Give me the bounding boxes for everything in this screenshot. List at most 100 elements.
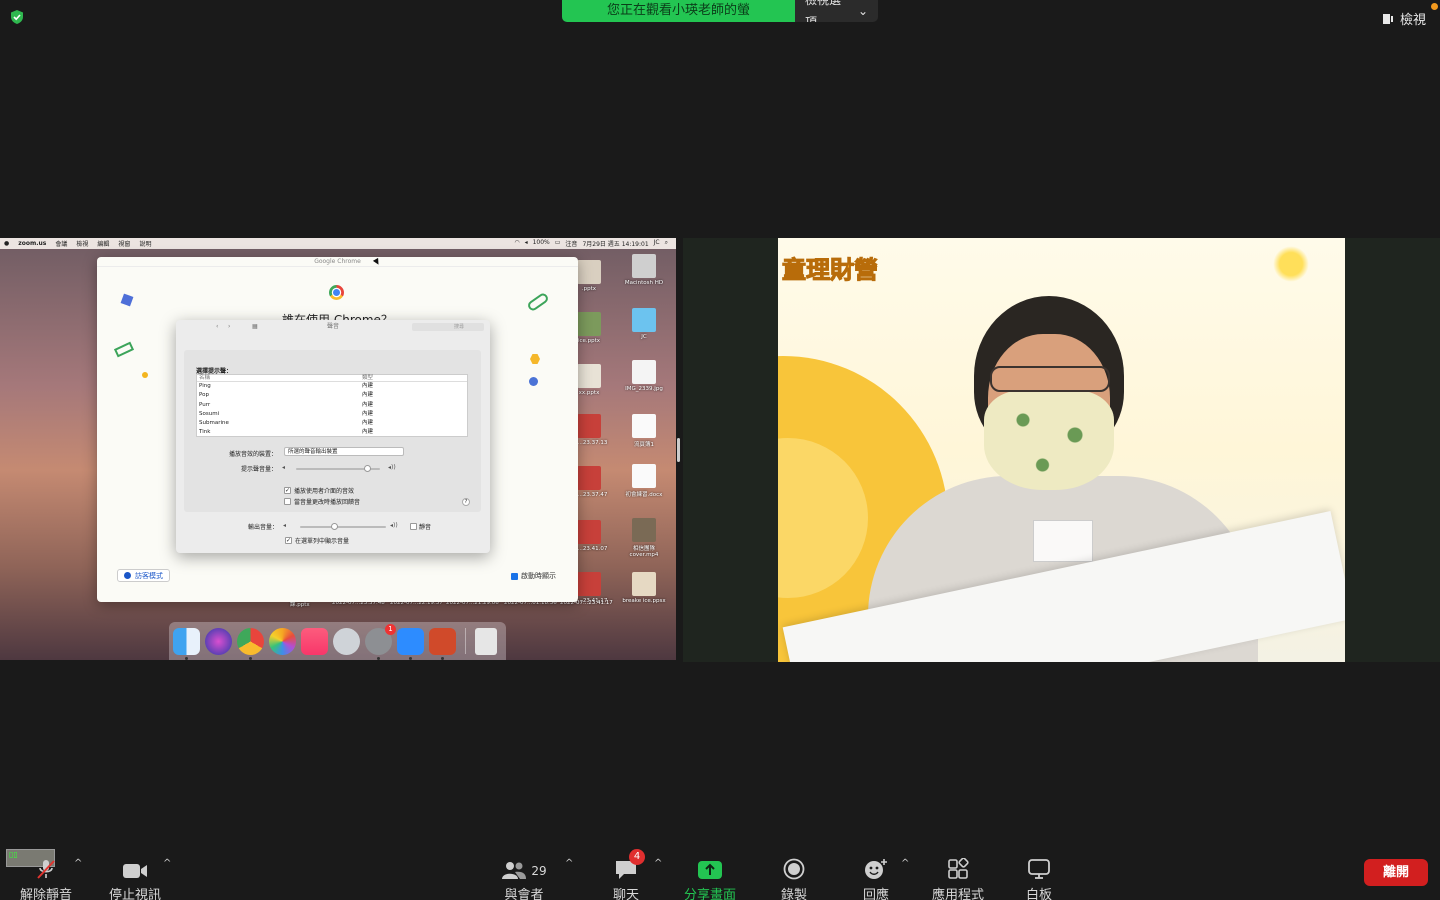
desktop-icon-image[interactable]: IMG_2339.jpg [621, 360, 667, 392]
battery-icon[interactable]: ▭ [555, 239, 561, 248]
hard-drive-icon [632, 254, 656, 278]
split-resize-handle[interactable] [677, 438, 680, 462]
unmute-button[interactable]: 解除靜音 [14, 846, 78, 900]
slider-knob[interactable] [330, 523, 338, 530]
table-row[interactable]: Pop 內建 [197, 391, 467, 400]
audio-options-chevron-icon[interactable]: ^ [74, 858, 82, 869]
alert-volume-slider[interactable] [296, 465, 380, 472]
dock-divider [465, 628, 466, 654]
zoom-icon[interactable] [397, 627, 424, 660]
photos-icon[interactable] [269, 627, 296, 655]
participants-icon [502, 862, 527, 879]
video-file-icon [632, 518, 656, 542]
nav-back-icon[interactable]: ‹ [216, 320, 218, 334]
desktop-icon-ppsx[interactable]: breake ice.ppsx [621, 572, 667, 604]
chrome-icon[interactable] [237, 627, 264, 660]
apps-label: 應用程式 [931, 888, 984, 900]
share-screen-button[interactable]: 分享畫面 [682, 846, 738, 900]
video-options-chevron-icon[interactable]: ^ [163, 858, 171, 869]
chrome-titlebar[interactable]: Google Chrome [97, 257, 578, 267]
reactions-chevron-icon[interactable]: ^ [901, 858, 909, 869]
menubar-item[interactable]: 會議 [55, 239, 67, 248]
system-preferences-icon[interactable]: 1 [365, 623, 396, 660]
participants-chevron-icon[interactable]: ^ [565, 858, 573, 869]
slider-knob[interactable] [363, 465, 371, 472]
volume-feedback-checkbox[interactable]: 當音量更改時播放回饋音 [284, 497, 360, 506]
table-row[interactable]: Submarine 內建 [197, 419, 467, 428]
grid-icon[interactable]: ▦ [252, 320, 258, 334]
chrome-logo-icon [329, 285, 344, 300]
dock-badge: 1 [385, 623, 396, 635]
output-device-select[interactable]: 所選的聲音輸出裝置 [284, 447, 404, 456]
record-button[interactable]: 錄製 [770, 846, 818, 900]
desktop-icon-hd[interactable]: Macintosh HD [621, 254, 667, 286]
whiteboard-icon [1028, 859, 1050, 879]
menubar-item[interactable]: 檢視 [76, 239, 88, 248]
sound-preferences-window[interactable]: 聲音 ‹ › ▦ 搜尋 選擇提示聲： 名稱 類型 Ping 內建 Pop 內建 Pu… [176, 320, 490, 553]
wifi-icon[interactable]: ◠ [514, 239, 519, 248]
desktop-icon-docx[interactable]: 初會練習.docx [621, 464, 667, 498]
volume-high-icon: ◂)) [390, 522, 398, 529]
virtual-background-title: 童理財營 [782, 256, 879, 285]
alert-sounds-table[interactable]: 名稱 類型 Ping 內建 Pop 內建 Purr 內建 Sosumi 內建 Subma… [196, 374, 468, 437]
finder-icon[interactable] [173, 627, 200, 660]
trash-icon[interactable] [475, 627, 497, 655]
emoji-plus-icon [865, 859, 887, 879]
desktop-icon-doc[interactable]: 流頁簿1 [621, 414, 667, 448]
menubar-item[interactable]: zoom.us [18, 240, 46, 247]
whiteboard-button[interactable]: 白板 [1014, 846, 1064, 900]
nav-forward-icon[interactable]: › [228, 320, 230, 334]
apps-icon [948, 858, 969, 879]
menubar-item[interactable]: 視窗 [118, 239, 130, 248]
launchpad-icon[interactable] [333, 627, 360, 655]
presentation-file-icon [632, 572, 656, 596]
apple-icon[interactable]: ● [4, 240, 9, 247]
menubar-item[interactable]: 說明 [139, 239, 151, 248]
table-row[interactable]: Sosumi 內建 [197, 410, 467, 419]
desktop-icon-video[interactable]: 相信團隊 cover.mp4 [621, 518, 667, 558]
ui-effects-checkbox[interactable]: ✓ 播放使用者介面的音效 [284, 486, 354, 495]
menubar-clock[interactable]: 7月29日 週五 14:19:01 [582, 239, 648, 248]
desktop-icon-folder[interactable]: JC [621, 308, 667, 340]
stop-video-button[interactable]: 停止視訊 [103, 846, 167, 900]
participant-video[interactable]: 童理財營 [778, 238, 1345, 662]
input-method[interactable]: 注音 [565, 239, 577, 248]
leave-meeting-button[interactable]: 離開 [1364, 859, 1428, 886]
chat-label: 聊天 [612, 888, 639, 900]
reactions-button[interactable]: 回應 [852, 846, 900, 900]
table-row[interactable]: Ping 內建 [197, 382, 467, 391]
checkbox-checked-icon [511, 572, 518, 580]
powerpoint-icon[interactable] [429, 627, 456, 660]
menubar-item[interactable]: 編輯 [97, 239, 109, 248]
volume-low-icon: ◂ [283, 522, 287, 529]
record-label: 錄製 [780, 888, 807, 900]
show-on-startup-checkbox[interactable]: 啟動時顯示 [511, 571, 556, 581]
participants-button[interactable]: 29 與會者 [496, 846, 552, 900]
view-button[interactable]: 檢視 [1382, 9, 1426, 28]
table-row[interactable]: Tink 內建 [197, 428, 467, 437]
music-icon[interactable] [301, 627, 328, 655]
help-icon[interactable]: ? [462, 498, 470, 506]
chat-chevron-icon[interactable]: ^ [654, 858, 662, 869]
mute-checkbox[interactable]: 靜音 [410, 522, 431, 531]
encryption-shield-icon[interactable] [9, 9, 25, 25]
view-options-label: 檢視選項 [805, 0, 842, 22]
shared-screen[interactable]: ● zoom.us 會議 檢視 編輯 視窗 說明 ◠ ◂ 100% ▭ 注音 7… [0, 238, 676, 660]
siri-icon[interactable] [205, 627, 232, 655]
sound-titlebar[interactable]: 聲音 ‹ › ▦ 搜尋 [176, 320, 490, 334]
apps-button[interactable]: 應用程式 [928, 846, 988, 900]
guest-mode-button[interactable]: 訪客模式 [117, 569, 170, 582]
sound-window-title: 聲音 [326, 323, 339, 330]
volume-low-icon: ◂ [282, 464, 286, 471]
play-through-label: 播放音效的裝置： [229, 451, 278, 458]
volume-icon[interactable]: ◂ [525, 239, 528, 248]
menubar-user[interactable]: JC [654, 239, 660, 248]
view-options-button[interactable]: 檢視選項 ⌄ [795, 0, 878, 22]
screen-share-banner: 您正在觀看小瑛老師的螢幕 檢視選項 ⌄ [562, 0, 878, 22]
show-in-menubar-checkbox[interactable]: ✓ 在選單列中顯示音量 [285, 536, 349, 545]
spotlight-icon[interactable]: ⌕ [665, 239, 668, 248]
sound-search-field[interactable]: 搜尋 [412, 323, 484, 331]
table-row[interactable]: Purr 內建 [197, 401, 467, 410]
share-banner-text: 您正在觀看小瑛老師的螢幕 [562, 0, 795, 22]
output-volume-slider[interactable] [300, 523, 386, 530]
